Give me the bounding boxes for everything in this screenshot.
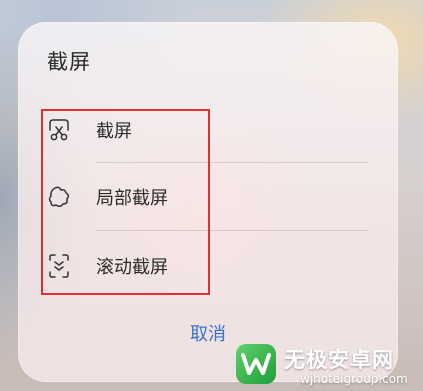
watermark-title: 无极安卓网 — [284, 348, 394, 372]
highlight-box — [41, 109, 210, 295]
screen: 截屏 截屏 局部截屏 滚动截屏 取消 无极安卓网 wjhotelgroup.co… — [0, 0, 423, 391]
watermark-logo-icon — [236, 344, 276, 384]
watermark: 无极安卓网 wjhotelgroup.com — [226, 338, 423, 391]
watermark-url: wjhotelgroup.com — [300, 372, 408, 386]
dialog-title: 截屏 — [47, 50, 91, 74]
